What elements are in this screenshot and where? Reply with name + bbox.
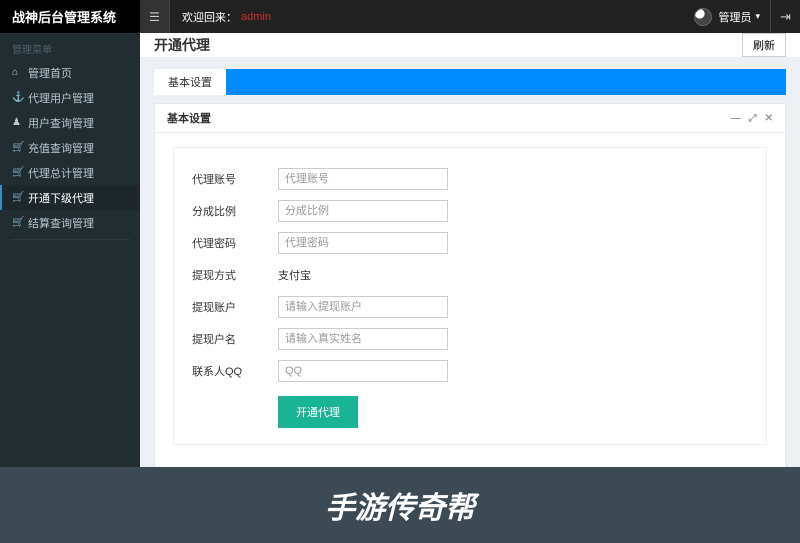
sidebar-item-label: 用户查询管理 bbox=[28, 115, 94, 131]
form-row-agent-account: 代理账号 bbox=[192, 164, 748, 194]
sidebar-item-3[interactable]: 🛒充值查询管理 bbox=[0, 135, 140, 160]
sidebar-item-label: 充值查询管理 bbox=[28, 140, 94, 156]
input-agent-password[interactable] bbox=[278, 232, 448, 254]
form-row-split-ratio: 分成比例 bbox=[192, 196, 748, 226]
cart-icon: 🛒 bbox=[12, 167, 28, 178]
sidebar-section-label: 管理菜单 bbox=[0, 33, 140, 60]
tab-basic-settings[interactable]: 基本设置 bbox=[154, 69, 226, 95]
refresh-button[interactable]: 刷新 bbox=[742, 33, 786, 57]
caret-down-icon: ▾ bbox=[755, 11, 760, 22]
submit-button[interactable]: 开通代理 bbox=[278, 396, 358, 428]
home-icon: ⌂ bbox=[12, 67, 28, 78]
sidebar-item-5[interactable]: 🛒开通下级代理 bbox=[0, 185, 140, 210]
sidebar-divider bbox=[10, 239, 130, 240]
logout-icon bbox=[780, 9, 791, 25]
sidebar-item-label: 管理首页 bbox=[28, 65, 72, 81]
label-contact-qq: 联系人QQ bbox=[192, 363, 278, 379]
welcome-prefix: 欢迎回来： bbox=[182, 9, 237, 25]
content-area: 开通代理 刷新 基本设置 基本设置 — ⤢ ✕ 代理账号分成比例代理密码提现方式 bbox=[140, 33, 800, 467]
input-withdraw-account[interactable] bbox=[278, 296, 448, 318]
static-withdraw-method: 支付宝 bbox=[278, 267, 311, 283]
bars-icon bbox=[149, 10, 160, 24]
sidebar-item-label: 开通下级代理 bbox=[28, 190, 94, 206]
panel-basic-settings: 基本设置 — ⤢ ✕ 代理账号分成比例代理密码提现方式支付宝提现账户提现户名联系… bbox=[154, 103, 786, 467]
panel-title: 基本设置 bbox=[167, 110, 211, 126]
panel-close-icon[interactable]: ✕ bbox=[765, 113, 773, 124]
input-agent-account[interactable] bbox=[278, 168, 448, 190]
sidebar-item-label: 结算查询管理 bbox=[28, 215, 94, 231]
toggle-sidebar-button[interactable] bbox=[140, 0, 170, 33]
panel-expand-icon[interactable]: ⤢ bbox=[749, 113, 757, 124]
form-row-agent-password: 代理密码 bbox=[192, 228, 748, 258]
footer-banner: 手游传奇帮 bbox=[0, 467, 800, 543]
user-icon: ♟ bbox=[12, 117, 28, 128]
form-row-withdraw-account: 提现账户 bbox=[192, 292, 748, 322]
user-menu[interactable]: 管理员 ▾ bbox=[684, 0, 770, 33]
label-withdraw-method: 提现方式 bbox=[192, 267, 278, 283]
sidebar-item-1[interactable]: ⚓代理用户管理 bbox=[0, 85, 140, 110]
top-bar: 战神后台管理系统 欢迎回来： admin 管理员 ▾ bbox=[0, 0, 800, 33]
label-withdraw-name: 提现户名 bbox=[192, 331, 278, 347]
label-split-ratio: 分成比例 bbox=[192, 203, 278, 219]
cart-icon: 🛒 bbox=[12, 192, 28, 203]
sidebar-item-6[interactable]: 🛒结算查询管理 bbox=[0, 210, 140, 235]
sidebar-item-label: 代理用户管理 bbox=[28, 90, 94, 106]
page-title: 开通代理 bbox=[154, 35, 210, 55]
sidebar-item-2[interactable]: ♟用户查询管理 bbox=[0, 110, 140, 135]
sidebar-item-label: 代理总计管理 bbox=[28, 165, 94, 181]
tab-bar: 基本设置 bbox=[154, 69, 786, 95]
cart-icon: 🛒 bbox=[12, 142, 28, 153]
input-contact-qq[interactable] bbox=[278, 360, 448, 382]
panel-minimize-icon[interactable]: — bbox=[731, 113, 741, 124]
page-header: 开通代理 刷新 bbox=[140, 33, 800, 57]
form-row-withdraw-name: 提现户名 bbox=[192, 324, 748, 354]
label-agent-password: 代理密码 bbox=[192, 235, 278, 251]
sidebar-item-4[interactable]: 🛒代理总计管理 bbox=[0, 160, 140, 185]
brand-title: 战神后台管理系统 bbox=[0, 0, 140, 33]
form: 代理账号分成比例代理密码提现方式支付宝提现账户提现户名联系人QQ开通代理 bbox=[173, 147, 767, 445]
logout-button[interactable] bbox=[770, 0, 800, 33]
role-label: 管理员 bbox=[718, 9, 751, 25]
input-split-ratio[interactable] bbox=[278, 200, 448, 222]
sidebar-item-0[interactable]: ⌂管理首页 bbox=[0, 60, 140, 85]
cart-icon: 🛒 bbox=[12, 217, 28, 228]
sitemap-icon: ⚓ bbox=[12, 92, 28, 103]
input-withdraw-name[interactable] bbox=[278, 328, 448, 350]
avatar-icon bbox=[694, 8, 712, 26]
welcome-text: 欢迎回来： admin bbox=[170, 0, 684, 33]
tab-bar-spacer bbox=[226, 69, 786, 95]
form-row-contact-qq: 联系人QQ bbox=[192, 356, 748, 386]
label-withdraw-account: 提现账户 bbox=[192, 299, 278, 315]
label-agent-account: 代理账号 bbox=[192, 171, 278, 187]
username: admin bbox=[241, 11, 271, 23]
sidebar: 管理菜单 ⌂管理首页⚓代理用户管理♟用户查询管理🛒充值查询管理🛒代理总计管理🛒开… bbox=[0, 33, 140, 467]
form-row-withdraw-method: 提现方式支付宝 bbox=[192, 260, 748, 290]
